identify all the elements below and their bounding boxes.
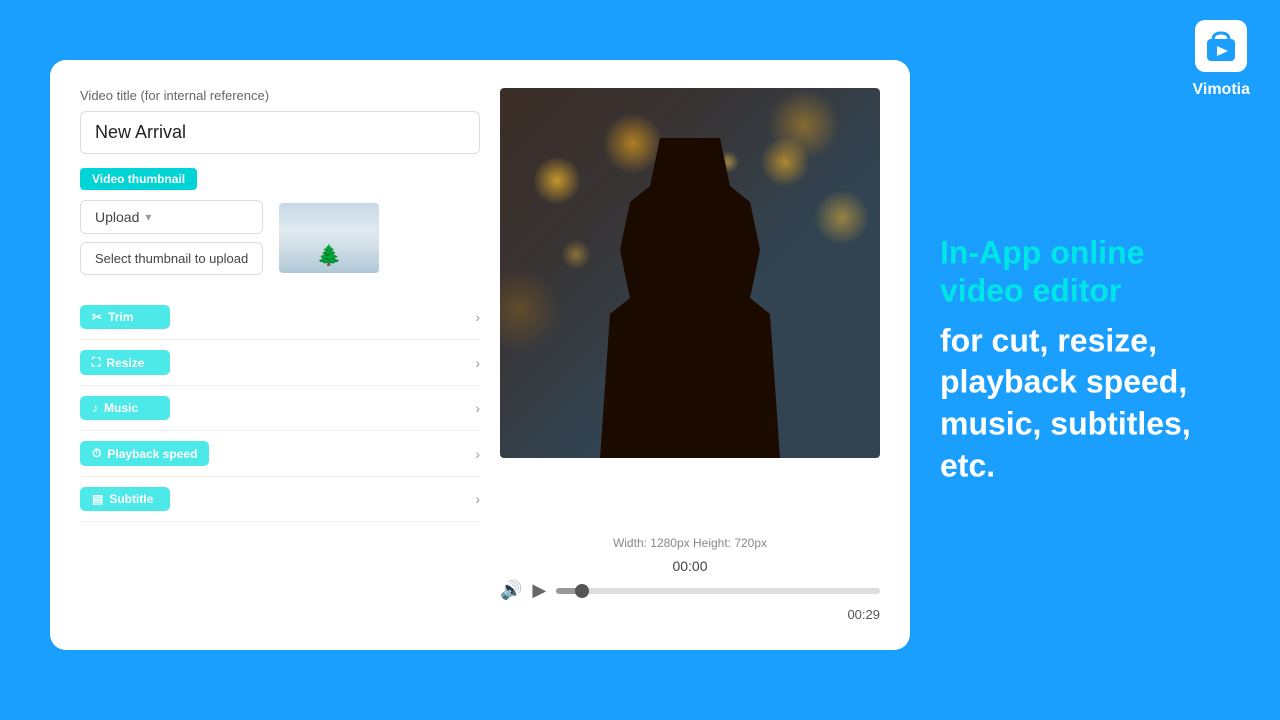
thumbnail-preview <box>279 203 379 273</box>
video-frame <box>500 88 880 458</box>
resize-badge: ⛶ Resize <box>80 350 170 375</box>
dropdown-chevron-icon: ▾ <box>145 210 151 224</box>
vimotia-bag-icon <box>1195 20 1247 72</box>
playback-speed-icon: ⏱ <box>92 446 101 461</box>
thumbnail-preview-image <box>279 203 379 273</box>
left-panel: Video title (for internal reference) Vid… <box>80 88 480 622</box>
title-field-label: Video title (for internal reference) <box>80 88 480 103</box>
play-icon: ▶ <box>532 580 546 601</box>
music-icon: ♪ <box>92 401 98 415</box>
right-panel: Width: 1280px Height: 720px 00:00 🔊 ▶ 00… <box>500 88 880 622</box>
vimotia-label: Vimotia <box>1193 81 1251 99</box>
select-thumbnail-button[interactable]: Select thumbnail to upload <box>80 242 263 275</box>
trim-label: Trim <box>108 310 133 324</box>
resize-label: Resize <box>106 356 144 370</box>
video-controls: 00:00 🔊 ▶ 00:29 <box>500 558 880 622</box>
volume-button[interactable]: 🔊 <box>500 580 522 601</box>
trim-badge: ✂ Trim <box>80 305 170 329</box>
promo-section: In-App online video editor for cut, resi… <box>940 233 1230 486</box>
progress-thumb <box>575 584 589 598</box>
tool-item-subtitle[interactable]: ▤ Subtitle › <box>80 477 480 522</box>
subtitle-chevron-icon: › <box>475 491 480 507</box>
vimotia-logo: Vimotia <box>1193 20 1251 99</box>
music-label: Music <box>104 401 138 415</box>
video-thumbnail-badge: Video thumbnail <box>80 168 197 190</box>
subtitle-label: Subtitle <box>109 492 153 506</box>
progress-bar[interactable] <box>556 588 880 594</box>
video-title-input[interactable] <box>80 111 480 154</box>
playback-speed-chevron-icon: › <box>475 446 480 462</box>
promo-headline-highlight: In-App online video editor <box>940 234 1144 308</box>
thumbnail-row: Upload ▾ Select thumbnail to upload <box>80 200 480 275</box>
resize-chevron-icon: › <box>475 355 480 371</box>
tool-item-resize[interactable]: ⛶ Resize › <box>80 340 480 386</box>
play-button[interactable]: ▶ <box>532 580 546 601</box>
tool-item-music[interactable]: ♪ Music › <box>80 386 480 431</box>
promo-body: for cut, resize, playback speed, music, … <box>940 320 1230 486</box>
main-card: Video title (for internal reference) Vid… <box>50 60 910 650</box>
resize-icon: ⛶ <box>92 355 100 370</box>
video-dimensions: Width: 1280px Height: 720px <box>500 536 880 550</box>
subtitle-icon: ▤ <box>92 492 103 506</box>
upload-dropdown[interactable]: Upload ▾ <box>80 200 263 234</box>
trim-chevron-icon: › <box>475 309 480 325</box>
video-container <box>500 88 880 530</box>
current-time-display: 00:00 <box>500 558 880 574</box>
playback-speed-badge: ⏱ Playback speed <box>80 441 209 466</box>
volume-icon: 🔊 <box>500 580 522 601</box>
video-overlay <box>500 88 880 458</box>
tool-item-playback-speed[interactable]: ⏱ Playback speed › <box>80 431 480 477</box>
playback-speed-label: Playback speed <box>107 447 197 461</box>
music-chevron-icon: › <box>475 400 480 416</box>
subtitle-badge: ▤ Subtitle <box>80 487 170 511</box>
upload-dropdown-label: Upload <box>95 209 139 225</box>
controls-row: 🔊 ▶ <box>500 580 880 601</box>
trim-icon: ✂ <box>92 310 102 324</box>
total-duration-display: 00:29 <box>847 607 880 622</box>
music-badge: ♪ Music <box>80 396 170 420</box>
duration-row: 00:29 <box>500 607 880 622</box>
tool-list: ✂ Trim › ⛶ Resize › ♪ <box>80 295 480 522</box>
tool-item-trim[interactable]: ✂ Trim › <box>80 295 480 340</box>
